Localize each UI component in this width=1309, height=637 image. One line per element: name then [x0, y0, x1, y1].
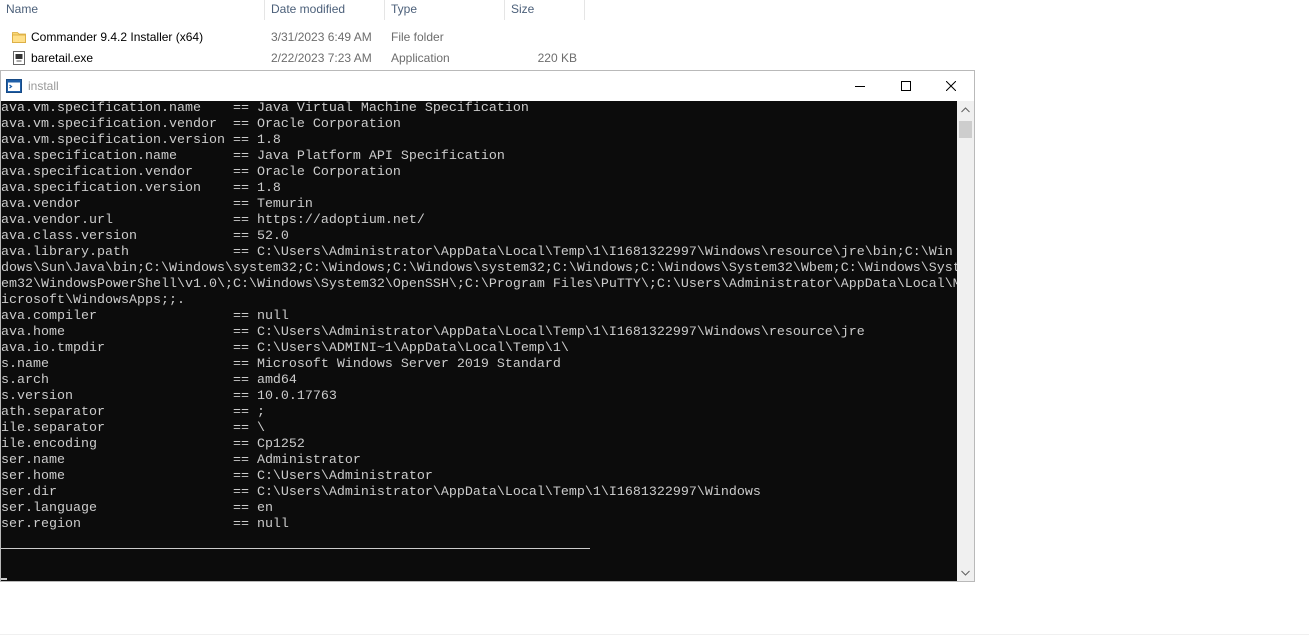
console-line: java.specification.version == 1.8 [1, 181, 281, 196]
close-icon [946, 81, 956, 91]
console-line: ndows\Sun\Java\bin;C:\Windows\system32;C… [1, 261, 957, 276]
console-text: java.vm.specification.name == Java Virtu… [1, 101, 957, 533]
console-line: user.language == en [1, 501, 273, 516]
column-type-label: Type [391, 2, 418, 16]
console-line: os.arch == amd64 [1, 373, 297, 388]
console-line: user.dir == C:\Users\Administrator\AppDa… [1, 485, 761, 500]
console-line: user.region == null [1, 517, 289, 532]
chevron-up-icon [961, 106, 970, 112]
minimize-button[interactable] [837, 71, 883, 101]
file-type: File folder [391, 30, 444, 44]
console-app-icon [6, 79, 22, 93]
console-line: os.version == 10.0.17763 [1, 389, 337, 404]
divider [0, 634, 1309, 635]
console-line: user.name == Administrator [1, 453, 361, 468]
console-line: java.library.path == C:\Users\Administra… [1, 245, 953, 260]
column-header-row: Name Date modified Type Size [0, 0, 1309, 20]
console-output[interactable]: java.vm.specification.name == Java Virtu… [1, 101, 957, 581]
console-line: file.separator == \ [1, 421, 265, 436]
file-size: 220 KB [537, 51, 577, 65]
column-header-size[interactable]: Size [505, 0, 585, 20]
console-line: java.vm.specification.version == 1.8 [1, 133, 281, 148]
file-date: 3/31/2023 6:49 AM [271, 30, 372, 44]
column-size-label: Size [511, 2, 535, 16]
folder-icon [12, 32, 26, 43]
column-name-label: Name [6, 2, 39, 16]
console-line: java.vm.specification.vendor == Oracle C… [1, 117, 401, 132]
console-line: user.home == C:\Users\Administrator [1, 469, 433, 484]
console-line: java.class.version == 52.0 [1, 229, 289, 244]
file-name: Commander 9.4.2 Installer (x64) [31, 30, 204, 44]
chevron-down-icon [961, 570, 970, 576]
console-line: os.name == Microsoft Windows Server 2019… [1, 357, 561, 372]
file-type: Application [391, 51, 450, 65]
console-line: java.specification.vendor == Oracle Corp… [1, 165, 401, 180]
column-header-name[interactable]: Name [0, 0, 265, 20]
maximize-button[interactable] [883, 71, 929, 101]
scrollbar-thumb[interactable] [959, 121, 972, 138]
console-line: java.io.tmpdir == C:\Users\ADMINI~1\AppD… [1, 341, 569, 356]
scroll-up-button[interactable] [957, 101, 974, 118]
console-line: java.compiler == null [1, 309, 289, 324]
column-date-label: Date modified [271, 2, 346, 16]
console-line: Microsoft\WindowsApps;;. [1, 293, 185, 308]
file-row-folder[interactable]: Commander 9.4.2 Installer (x64) 3/31/202… [0, 27, 590, 48]
column-header-type[interactable]: Type [385, 0, 505, 20]
console-line: java.vendor == Temurin [1, 197, 313, 212]
console-line: java.vendor.url == https://adoptium.net/ [1, 213, 425, 228]
text-cursor [1, 578, 7, 580]
file-date: 2/22/2023 7:23 AM [271, 51, 372, 65]
console-titlebar[interactable]: install [1, 71, 974, 101]
console-window[interactable]: install java.vm.specification.name == Ja… [0, 70, 975, 582]
file-name: baretail.exe [31, 51, 94, 65]
minimize-icon [855, 86, 865, 87]
vertical-scrollbar[interactable] [957, 101, 974, 581]
console-line: path.separator == ; [1, 405, 265, 420]
scroll-down-button[interactable] [957, 564, 974, 581]
close-button[interactable] [928, 71, 974, 101]
maximize-icon [901, 81, 911, 91]
console-line: file.encoding == Cp1252 [1, 437, 305, 452]
console-line: java.home == C:\Users\Administrator\AppD… [1, 325, 865, 340]
application-icon [13, 51, 25, 65]
console-line: java.specification.name == Java Platform… [1, 149, 505, 164]
console-line: tem32\WindowsPowerShell\v1.0\;C:\Windows… [1, 277, 957, 292]
file-row-baretail[interactable]: baretail.exe 2/22/2023 7:23 AM Applicati… [0, 48, 590, 69]
column-header-date[interactable]: Date modified [265, 0, 385, 20]
console-line: java.vm.specification.name == Java Virtu… [1, 101, 529, 116]
window-title: install [28, 79, 59, 93]
separator-line [1, 548, 590, 549]
